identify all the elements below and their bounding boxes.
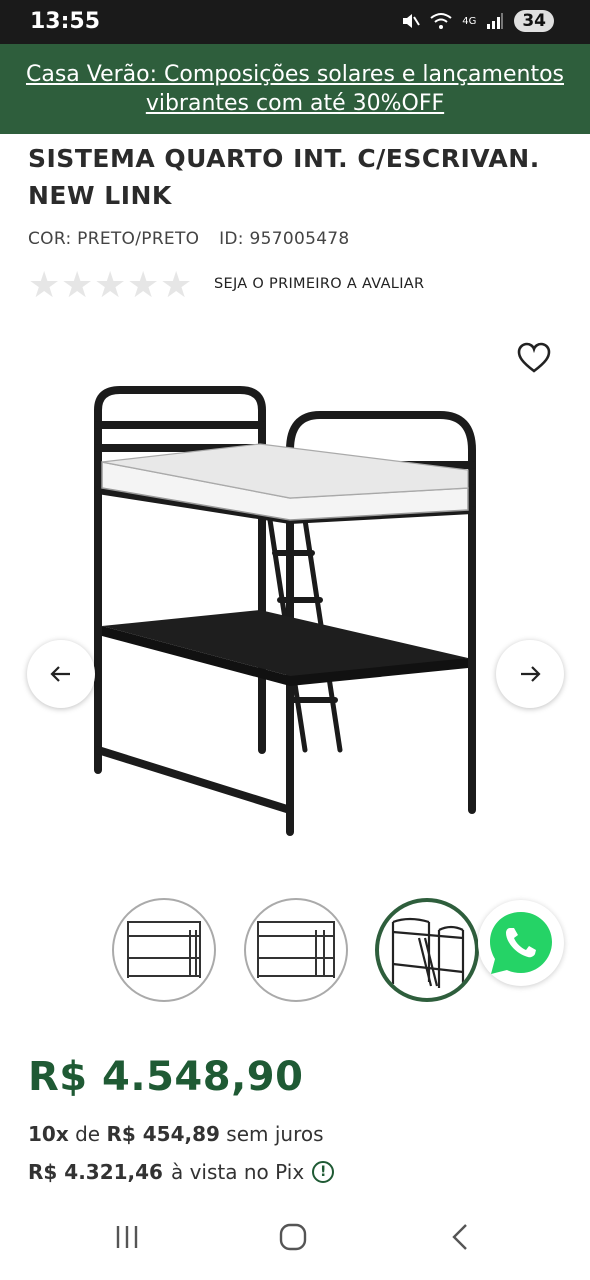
status-time: 13:55 <box>30 9 101 34</box>
info-icon[interactable]: ! <box>312 1161 335 1183</box>
installments-connector: de <box>75 1122 101 1146</box>
promo-banner[interactable]: Casa Verão: Composições solares e lançam… <box>0 44 590 134</box>
product-image[interactable] <box>80 370 500 860</box>
favorite-button[interactable] <box>514 338 554 378</box>
mute-icon <box>403 14 421 28</box>
rating-stars[interactable]: ★ ★ ★ ★ ★ <box>28 268 193 304</box>
star-icon: ★ <box>94 265 127 306</box>
gallery-thumbnail[interactable] <box>112 898 216 1002</box>
star-icon: ★ <box>28 265 61 306</box>
installments-count: 10x <box>28 1122 69 1146</box>
thumbnail-image <box>127 921 201 978</box>
installments-value: R$ 454,89 <box>106 1122 220 1146</box>
gallery-thumbnail[interactable] <box>244 898 348 1002</box>
status-bar: 13:55 4G 34 <box>0 0 590 44</box>
star-icon: ★ <box>61 265 94 306</box>
product-color: COR: PRETO/PRETO <box>28 229 200 249</box>
gallery-next-button[interactable] <box>496 640 564 708</box>
arrow-right-icon <box>521 666 541 682</box>
heart-icon <box>517 342 551 373</box>
network-label: 4G <box>462 15 477 27</box>
product-meta: COR: PRETO/PRETO ID: 957005478 <box>28 229 364 249</box>
whatsapp-icon <box>490 912 552 974</box>
installments-suffix: sem juros <box>226 1122 324 1146</box>
product-id: ID: 957005478 <box>219 229 350 249</box>
promo-link[interactable]: Casa Verão: Composições solares e lançam… <box>0 44 590 118</box>
wifi-icon <box>430 13 452 29</box>
pix-value: R$ 4.321,46 <box>28 1160 163 1184</box>
system-nav-bar <box>0 1206 590 1280</box>
installments-info: 10x de R$ 454,89 sem juros <box>28 1122 324 1146</box>
thumbnail-image <box>391 917 465 988</box>
star-icon: ★ <box>160 265 193 306</box>
first-review-link[interactable]: SEJA O PRIMEIRO A AVALIAR <box>214 276 424 292</box>
gallery-thumbnail-active[interactable] <box>375 898 479 1002</box>
pix-suffix: à vista no Pix <box>170 1160 305 1184</box>
back-icon[interactable] <box>446 1222 476 1252</box>
arrow-left-icon <box>50 666 70 682</box>
battery-indicator: 34 <box>514 10 554 32</box>
whatsapp-button[interactable] <box>478 900 564 986</box>
signal-icon <box>487 13 504 29</box>
status-icons: 4G 34 <box>400 10 554 32</box>
gallery-prev-button[interactable] <box>27 640 95 708</box>
thumbnail-image <box>257 921 335 978</box>
recent-apps-icon[interactable] <box>112 1222 142 1252</box>
home-icon[interactable] <box>278 1222 308 1252</box>
product-price: R$ 4.548,90 <box>28 1054 304 1100</box>
star-icon: ★ <box>127 265 160 306</box>
pix-price-info: R$ 4.321,46 à vista no Pix ! <box>28 1160 335 1184</box>
product-title: SISTEMA QUARTO INT. C/ESCRIVAN. NEW LINK <box>28 144 540 210</box>
